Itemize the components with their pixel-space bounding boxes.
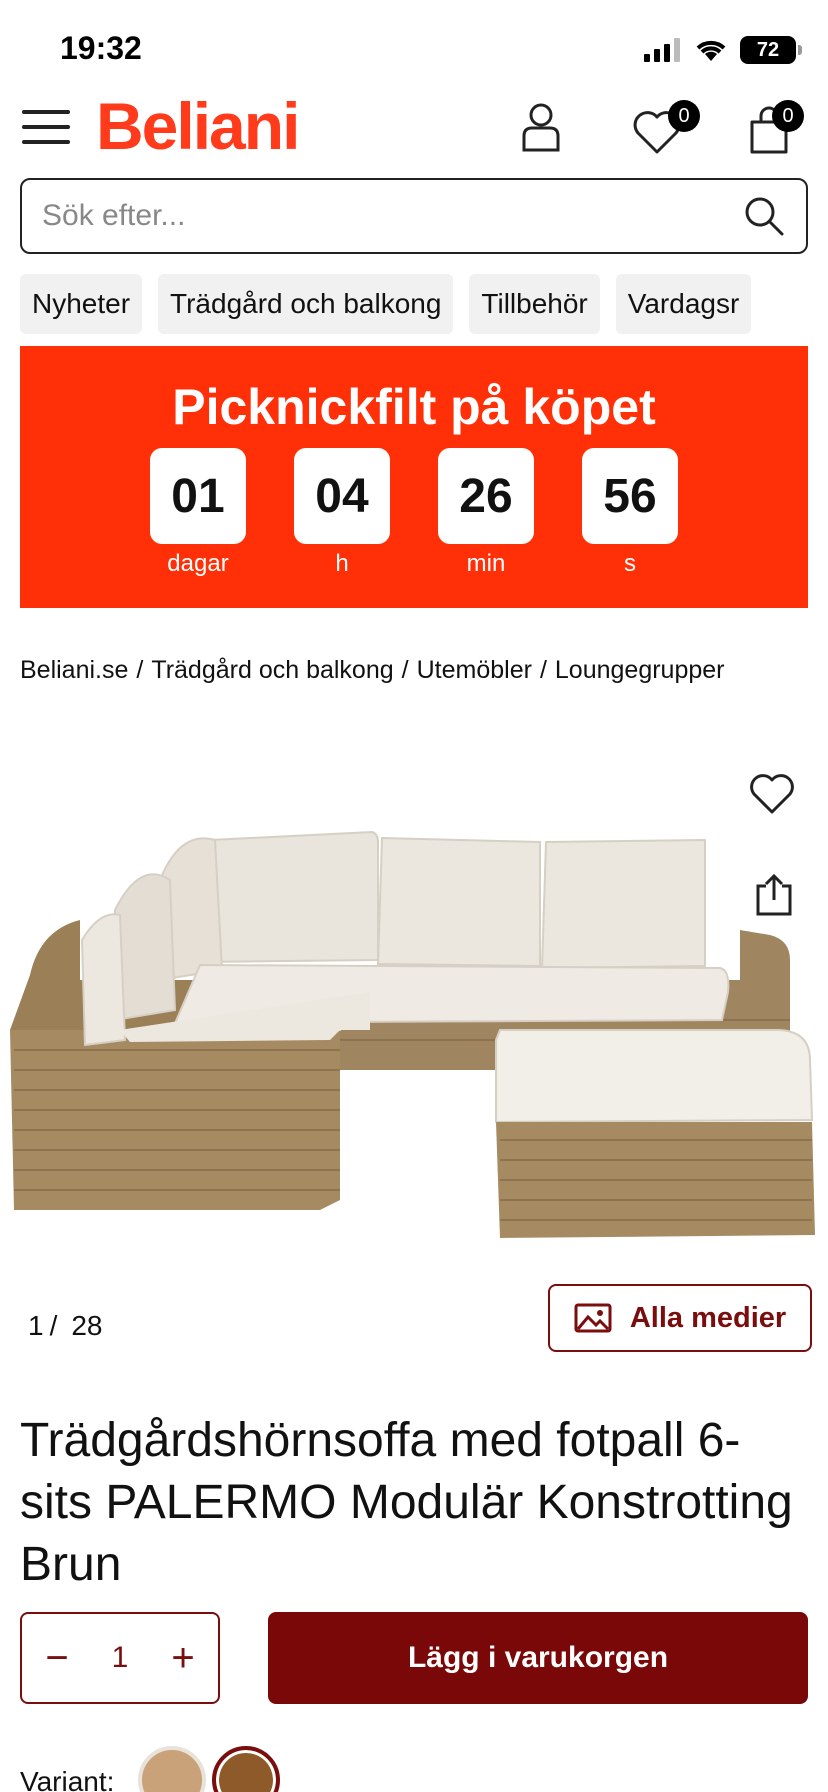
countdown-minutes-value: 26 bbox=[438, 448, 534, 544]
countdown-seconds: 56 s bbox=[582, 448, 678, 578]
category-nav: Nyheter Trädgård och balkong Tillbehör V… bbox=[20, 274, 828, 336]
gallery-current: 1 bbox=[28, 1310, 44, 1341]
wifi-icon bbox=[696, 40, 726, 61]
account-icon[interactable] bbox=[520, 102, 562, 152]
countdown-days-label: dagar bbox=[167, 550, 229, 577]
quantity-increase-button[interactable]: + bbox=[168, 1636, 198, 1681]
countdown-timer: 01 dagar 04 h 26 min 56 s bbox=[20, 448, 808, 578]
countdown-days-value: 01 bbox=[150, 448, 246, 544]
status-bar: 19:32 72 bbox=[0, 0, 828, 88]
wishlist-count-badge: 0 bbox=[668, 100, 700, 132]
image-gallery-icon bbox=[574, 1303, 612, 1333]
breadcrumb-loungegrupper[interactable]: Loungegrupper bbox=[555, 656, 725, 684]
gallery-total: 28 bbox=[71, 1310, 103, 1341]
all-media-button[interactable]: Alla medier bbox=[548, 1284, 812, 1352]
breadcrumb-utemobler[interactable]: Utemöbler bbox=[417, 656, 532, 684]
category-tradgard[interactable]: Trädgård och balkong bbox=[158, 274, 454, 334]
share-icon[interactable] bbox=[754, 872, 794, 916]
category-vardagsrum[interactable]: Vardagsr bbox=[615, 274, 752, 334]
product-image bbox=[10, 830, 815, 1238]
product-wishlist-icon[interactable] bbox=[748, 772, 796, 816]
all-media-label: Alla medier bbox=[629, 1301, 787, 1334]
countdown-minutes: 26 min bbox=[438, 448, 534, 578]
countdown-seconds-value: 56 bbox=[582, 448, 678, 544]
quantity-stepper: − 1 + bbox=[20, 1612, 220, 1704]
product-title: Trädgårdshörnsoffa med fotpall 6-sits PA… bbox=[20, 1414, 793, 1588]
wishlist-button[interactable]: 0 bbox=[632, 100, 700, 156]
site-header: Beliani 0 0 bbox=[0, 88, 828, 178]
breadcrumb-home[interactable]: Beliani.se bbox=[20, 656, 128, 684]
hamburger-menu-icon[interactable] bbox=[22, 110, 70, 150]
variant-label: Variant: bbox=[20, 1766, 115, 1792]
quantity-value[interactable]: 1 bbox=[112, 1641, 129, 1675]
search-input[interactable] bbox=[42, 199, 742, 233]
countdown-hours-value: 04 bbox=[294, 448, 390, 544]
countdown-days: 01 dagar bbox=[150, 448, 246, 578]
category-tillbehor[interactable]: Tillbehör bbox=[469, 274, 600, 334]
countdown-hours-label: h bbox=[335, 550, 349, 577]
search-bar bbox=[20, 178, 808, 254]
category-nyheter[interactable]: Nyheter bbox=[20, 274, 143, 334]
breadcrumb: Beliani.se / Trädgård och balkong / Utemöble… bbox=[20, 656, 725, 684]
variant-swatch-brown[interactable] bbox=[212, 1746, 280, 1792]
countdown-hours: 04 h bbox=[294, 448, 390, 578]
add-to-cart-button[interactable]: Lägg i varukorgen bbox=[268, 1612, 808, 1704]
promo-title: Picknickfilt på köpet bbox=[172, 379, 656, 435]
quantity-decrease-button[interactable]: − bbox=[42, 1636, 72, 1681]
product-gallery[interactable] bbox=[0, 730, 828, 1270]
promo-banner[interactable]: Picknickfilt på köpet 01 dagar 04 h 26 m… bbox=[20, 346, 808, 608]
gallery-counter: 1/28 bbox=[28, 1310, 103, 1341]
status-icons: 72 bbox=[644, 36, 802, 64]
signal-icon bbox=[644, 38, 680, 62]
beliani-logo[interactable]: Beliani bbox=[96, 88, 300, 164]
countdown-minutes-label: min bbox=[466, 550, 506, 577]
breadcrumb-tradgard[interactable]: Trädgård och balkong bbox=[151, 656, 393, 684]
search-icon[interactable] bbox=[742, 194, 786, 238]
status-time: 19:32 bbox=[60, 30, 142, 66]
variant-swatch-light[interactable] bbox=[138, 1746, 206, 1792]
cart-count-badge: 0 bbox=[772, 100, 804, 132]
countdown-seconds-label: s bbox=[624, 550, 636, 577]
battery-indicator: 72 bbox=[740, 36, 802, 64]
cart-button[interactable]: 0 bbox=[748, 100, 808, 156]
